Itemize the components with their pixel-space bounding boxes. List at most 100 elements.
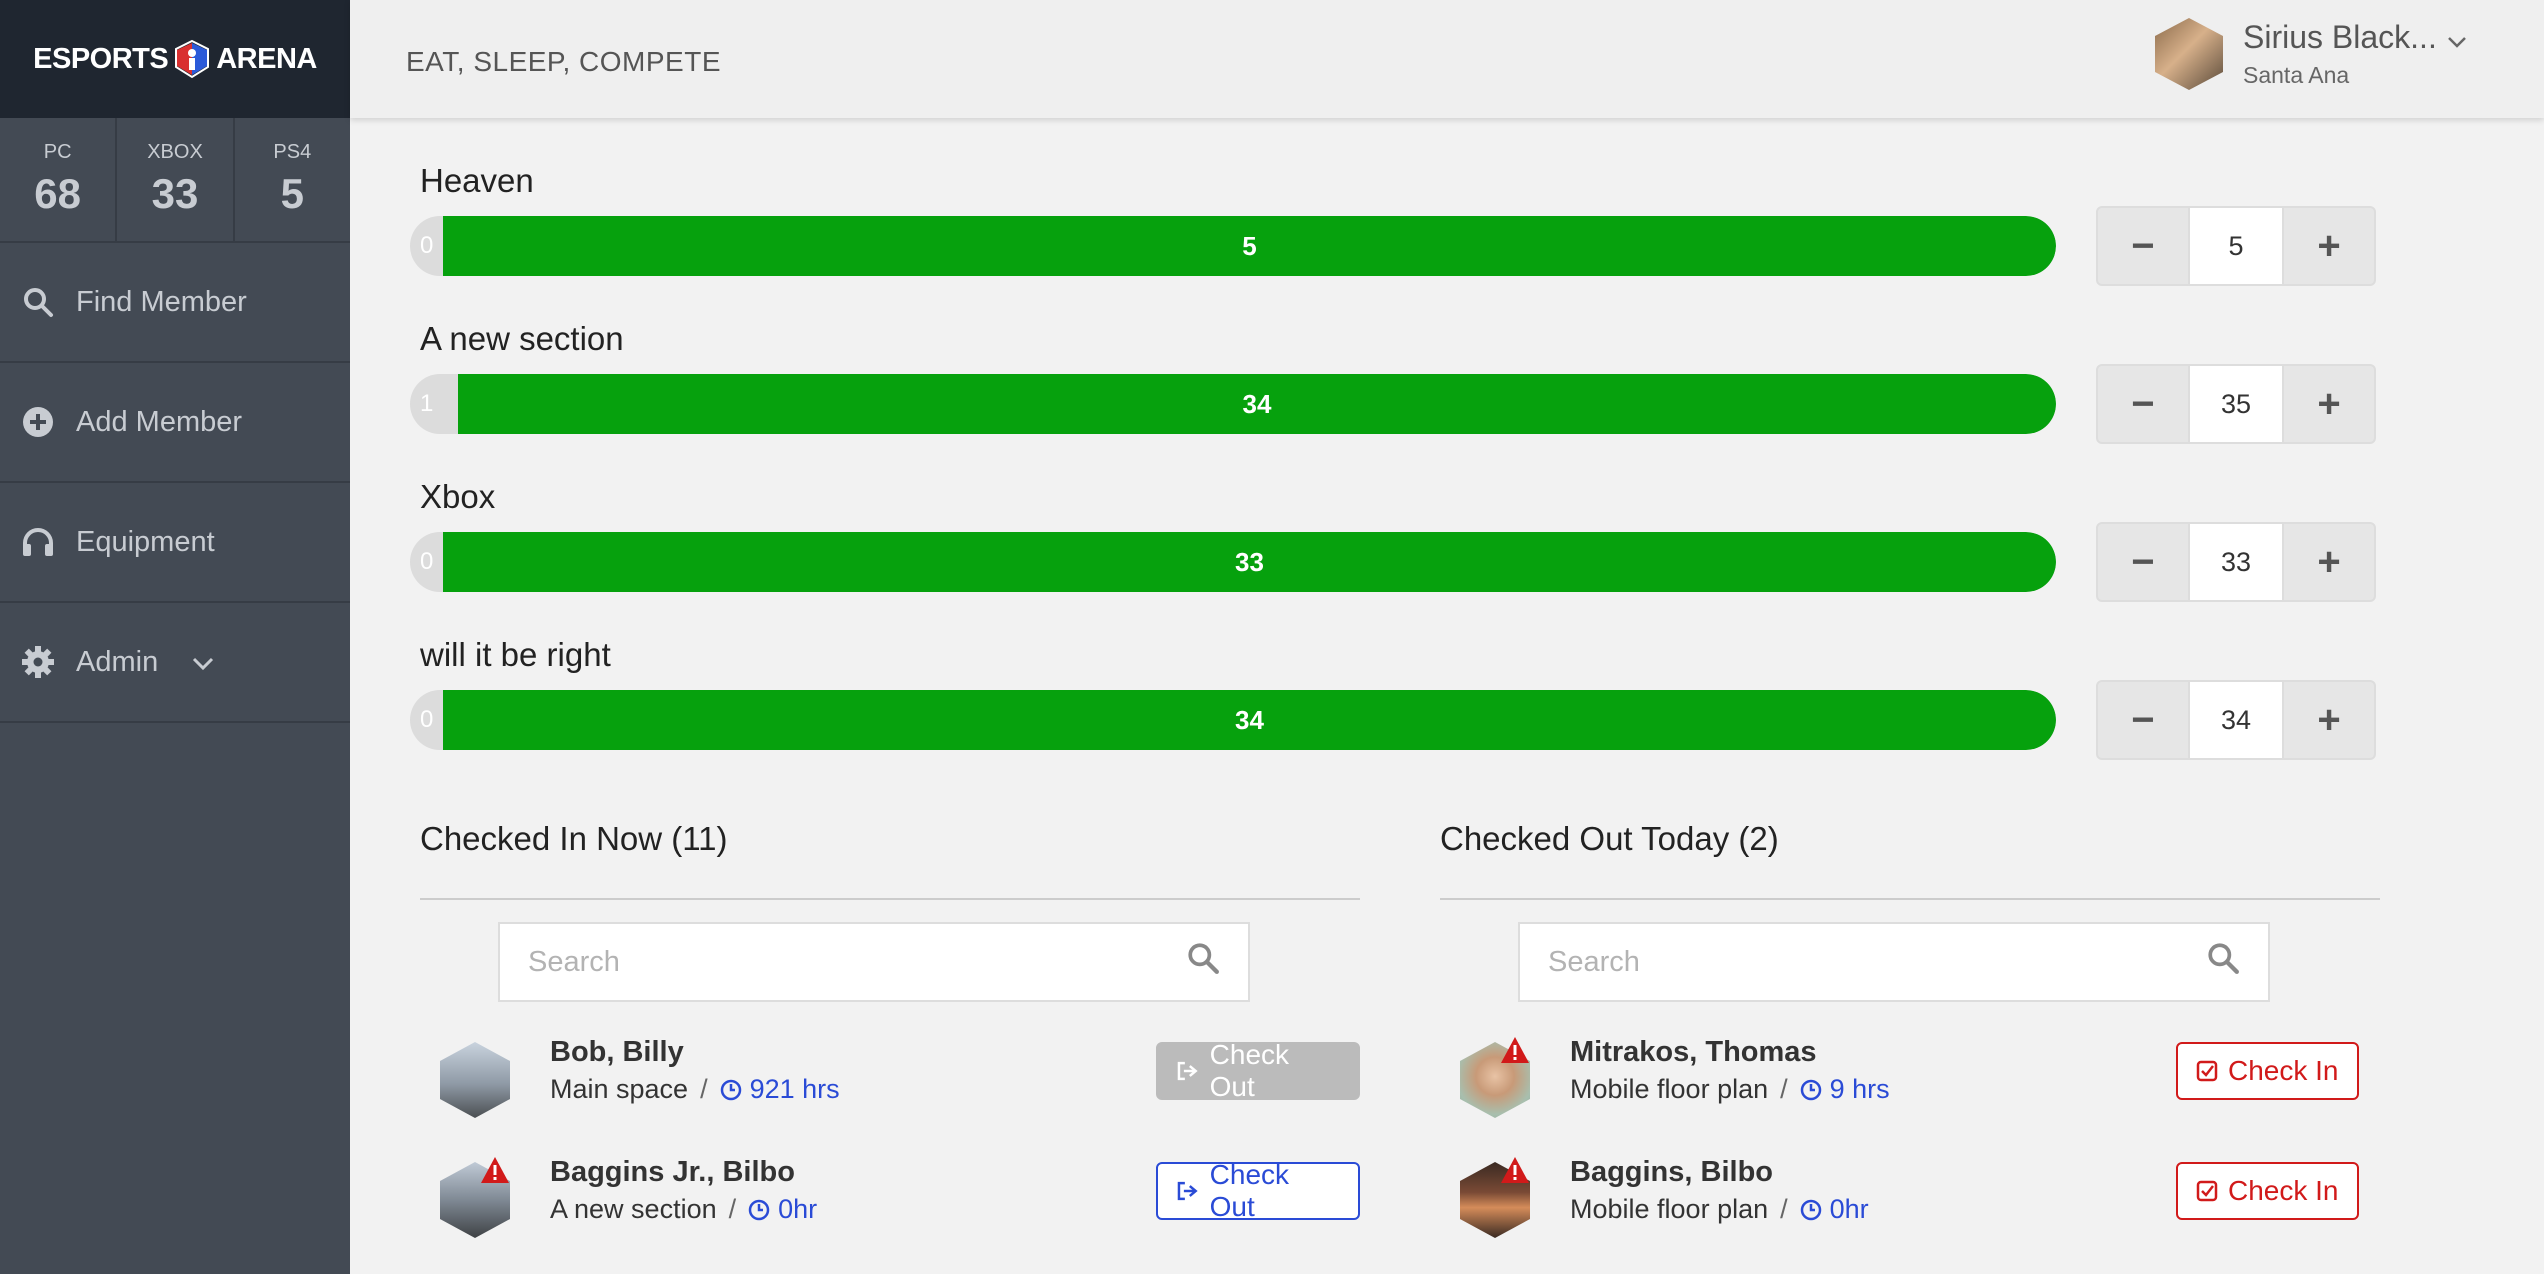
stepper-value[interactable]: 34 [2188,682,2284,758]
increment-button[interactable]: + [2284,366,2374,442]
hours-value: 921 hrs [749,1074,840,1104]
separator: / [1780,1074,1788,1104]
avatar [440,1042,510,1118]
top-header: EAT, SLEEP, COMPETE Sirius Black... Sant… [350,0,2544,118]
hours-value: 0hr [778,1194,818,1224]
stat-value: 5 [280,170,304,217]
progress-bar: 0 34 [410,690,2056,750]
decrement-button[interactable]: − [2098,524,2188,600]
button-label: Check In [2228,1175,2339,1206]
separator: / [728,1194,737,1224]
clock-icon [1800,1079,1821,1100]
clock-icon [748,1199,770,1220]
checked-in-panel: Checked In Now (11) Search Bob, Billy Ma… [420,820,1360,1238]
stat-xbox: XBOX 33 [117,118,235,241]
member-hours: 921 hrs [720,1074,840,1105]
check-in-button[interactable]: Check In [2176,1162,2359,1220]
progress-value: 33 [1235,546,1264,577]
quantity-stepper: − 33 + [2096,522,2376,602]
clock-icon [720,1079,741,1100]
nav-label: Find Member [76,285,247,318]
bar-min-label: 0 [420,706,434,733]
warning-icon [1501,1157,1529,1183]
bar-min-label: 0 [420,548,434,575]
checked-out-panel: Checked Out Today (2) Search Mitrakos, T… [1440,820,2380,1238]
check-in-button[interactable]: Check In [2176,1042,2359,1100]
logo-text-right: ARENA [216,42,317,75]
stat-ps4: PS4 5 [235,118,350,241]
section-title: will it be right [420,636,611,673]
stepper-value[interactable]: 5 [2188,208,2284,284]
check-square-icon [2196,1180,2218,1202]
clock-icon [1800,1199,1821,1220]
section-capacity: will it be right 0 34 − 34 + [410,636,2380,760]
logo-shield-icon [175,39,210,79]
check-out-button[interactable]: Check Out [1156,1039,1360,1102]
search-placeholder: Search [1548,945,1640,978]
logo[interactable]: ESPORTS ARENA [33,39,317,79]
section-title: A new section [420,320,624,357]
nav-label: Add Member [76,405,243,438]
section-capacity: Heaven 0 5 − 5 + [410,162,2380,286]
nav-admin[interactable]: Admin [0,603,350,723]
sidebar: ESPORTS ARENA PC 68 XBOX 33 PS4 5 Find M… [0,0,350,1274]
button-label: Check Out [1209,1159,1290,1222]
user-menu[interactable]: Sirius Black... Santa Ana [2155,18,2467,90]
search-input[interactable]: Search [1518,922,2270,1002]
quantity-stepper: − 34 + [2096,680,2376,760]
chevron-down-icon [2447,19,2467,56]
increment-button[interactable]: + [2284,524,2374,600]
gear-icon [20,644,56,680]
button-label: Check Out [1209,1039,1290,1102]
bar-min-label: 0 [420,232,434,259]
decrement-button[interactable]: − [2098,366,2188,442]
quantity-stepper: − 35 + [2096,364,2376,444]
stat-value: 68 [34,170,82,217]
list-item: Baggins Jr., Bilbo A new section / 0hr C… [440,1150,1360,1250]
progress-bar: 0 33 [410,532,2056,592]
search-icon [2206,941,2240,983]
nav-equipment[interactable]: Equipment [0,483,350,603]
increment-button[interactable]: + [2284,208,2374,284]
member-details: Mobile floor plan / 9 hrs [1570,1074,1890,1105]
nav-label: Equipment [76,525,215,558]
member-location: Mobile floor plan [1570,1194,1769,1224]
search-input[interactable]: Search [498,922,1250,1002]
avatar [2155,18,2223,90]
separator: / [700,1074,708,1104]
stepper-value[interactable]: 35 [2188,366,2284,442]
member-location: Main space [550,1074,689,1104]
progress-bar: 0 5 [410,216,2056,276]
section-title: Xbox [420,478,496,515]
headphones-icon [20,524,56,560]
progress-value: 5 [1242,230,1257,261]
member-name[interactable]: Baggins Jr., Bilbo [550,1156,795,1189]
nav-add-member[interactable]: Add Member [0,363,350,483]
member-name[interactable]: Mitrakos, Thomas [1570,1036,1817,1069]
progress-fill: 5 [443,216,2056,276]
decrement-button[interactable]: − [2098,682,2188,758]
separator: / [1780,1194,1788,1224]
list-item: Mitrakos, Thomas Mobile floor plan / 9 h… [1460,1030,2380,1130]
member-location: A new section [550,1194,717,1224]
member-location: Mobile floor plan [1570,1074,1769,1104]
hours-value: 9 hrs [1829,1074,1890,1104]
member-name[interactable]: Baggins, Bilbo [1570,1156,1773,1189]
stepper-value[interactable]: 33 [2188,524,2284,600]
plus-circle-icon [20,404,56,440]
member-hours: 0hr [1800,1194,1869,1225]
member-name[interactable]: Bob, Billy [550,1036,684,1069]
chevron-down-icon [192,646,214,679]
nav-find-member[interactable]: Find Member [0,243,350,363]
check-out-button[interactable]: Check Out [1156,1159,1360,1222]
section-capacity: Xbox 0 33 − 33 + [410,478,2380,602]
decrement-button[interactable]: − [2098,208,2188,284]
button-label: Check In [2228,1055,2339,1086]
sign-out-icon [1177,1061,1198,1081]
stat-label: XBOX [147,141,203,163]
search-placeholder: Search [528,945,620,978]
check-square-icon [2196,1060,2218,1082]
increment-button[interactable]: + [2284,682,2374,758]
logo-bar: ESPORTS ARENA [0,0,350,118]
user-name: Sirius Black... [2243,19,2437,55]
